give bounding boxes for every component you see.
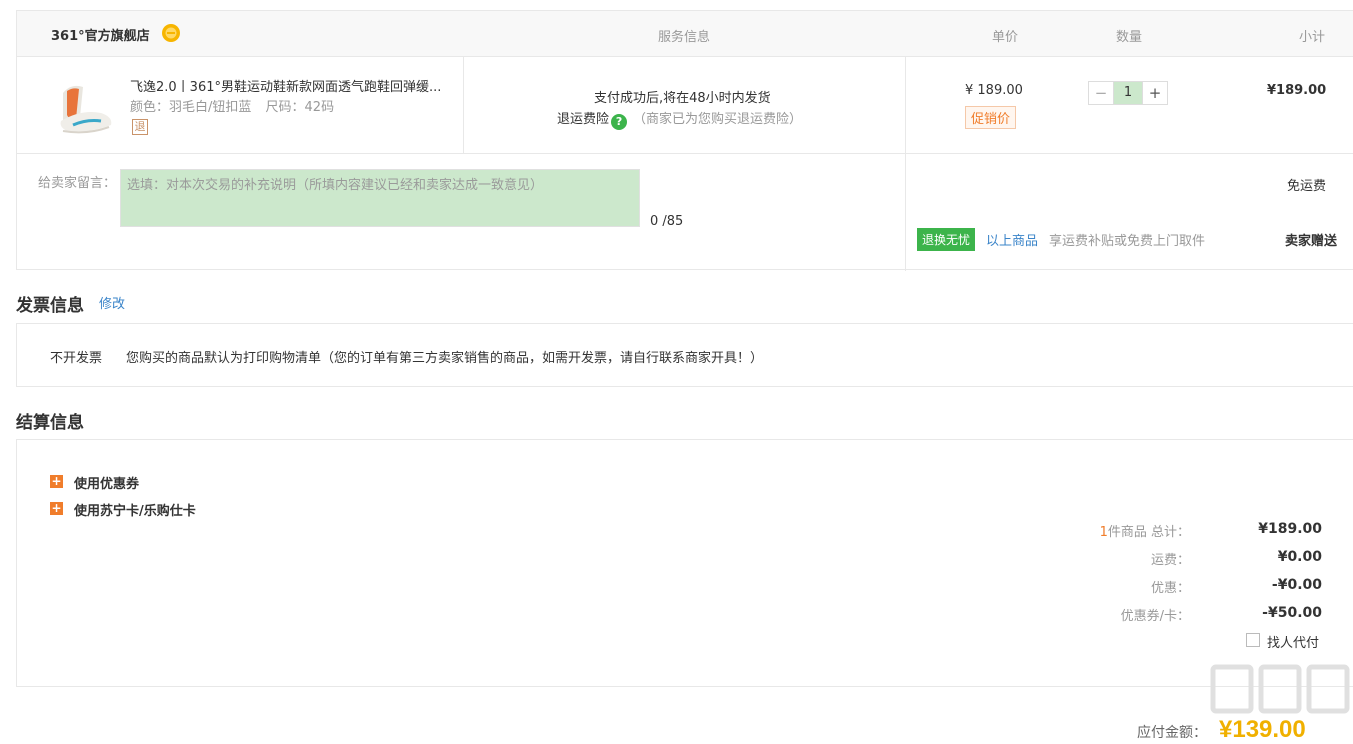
product-color: 颜色：羽毛白/钮扣蓝 [130, 100, 252, 115]
discount-value: -¥0.00 [1271, 577, 1322, 593]
coupon-value: -¥50.00 [1262, 605, 1322, 621]
settlement-title: 结算信息 [16, 413, 84, 433]
plus-icon[interactable]: + [50, 502, 63, 515]
return-insurance: 退运费险? （商家已为您购买退运费险） [557, 108, 802, 130]
seller-message-input[interactable] [120, 169, 640, 227]
item-count: 1 [1099, 525, 1108, 540]
invoice-desc: 您购买的商品默认为打印购物清单（您的订单有第三方卖家销售的商品，如需开发票，请自… [126, 351, 764, 366]
qty-decrease-button[interactable]: − [1089, 82, 1113, 104]
product-spec: 颜色：羽毛白/钮扣蓝 尺码：42码 [130, 96, 344, 115]
order-header: 361°官方旗舰店 服务信息 单价 数量 小计 [17, 11, 1353, 57]
header-subtotal: 小计 [1299, 30, 1326, 45]
insurance-label: 退运费险 [557, 112, 610, 127]
invoice-title: 发票信息 [16, 296, 84, 316]
qty-input[interactable]: 1 [1113, 82, 1143, 104]
return-service-badge: 退 [132, 119, 148, 135]
checkbox-icon[interactable] [1246, 633, 1260, 647]
payable-label: 应付金额： [1137, 725, 1207, 741]
invoice-edit-link[interactable]: 修改 [99, 293, 125, 312]
total-value: ¥189.00 [1258, 521, 1322, 537]
invoice-type: 不开发票 [50, 351, 103, 366]
pay-for-me-label[interactable]: 找人代付 [1267, 632, 1319, 651]
shipping-fee: 免运费 [1286, 179, 1326, 194]
invoice-box: 不开发票 您购买的商品默认为打印购物清单（您的订单有第三方卖家销售的商品，如需开… [16, 323, 1353, 387]
plus-icon[interactable]: + [50, 475, 63, 488]
divider [463, 57, 464, 154]
delivery-promise: 支付成功后,将在48小时内发货 [594, 91, 771, 106]
order-box: 361°官方旗舰店 服务信息 单价 数量 小计 飞逸2.0丨361°男鞋运动鞋新… [16, 10, 1353, 271]
item-count-suffix: 件商品 总计： [1107, 525, 1190, 540]
freight-label: 运费： [1150, 553, 1190, 568]
return-goods-link[interactable]: 以上商品 [986, 230, 1038, 249]
discount-label: 优惠： [1150, 581, 1190, 596]
shop-badge-icon [162, 24, 180, 42]
item-subtotal: ¥189.00 [1267, 83, 1327, 98]
header-service: 服务信息 [658, 30, 711, 45]
return-desc: 享运费补贴或免费上门取件 [1049, 234, 1206, 249]
use-card-option[interactable]: 使用苏宁卡/乐购仕卡 [74, 500, 196, 519]
shop-name[interactable]: 361°官方旗舰店 [51, 25, 150, 44]
seller-gift[interactable]: 卖家赠送 [1285, 230, 1337, 249]
goods-row: 飞逸2.0丨361°男鞋运动鞋新款网面透气跑鞋回弹缓... 颜色：羽毛白/钮扣蓝… [17, 57, 1353, 154]
divider [905, 57, 906, 271]
header-quantity: 数量 [1116, 30, 1143, 45]
insurance-note: （商家已为您购买退运费险） [633, 112, 803, 127]
return-worry-free-badge: 退换无忧 [917, 228, 976, 251]
product-title[interactable]: 飞逸2.0丨361°男鞋运动鞋新款网面透气跑鞋回弹缓... [130, 76, 452, 95]
quantity-stepper: − 1 + [1088, 81, 1168, 105]
header-unit-price: 单价 [992, 30, 1019, 45]
unit-price: ¥ 189.00 [965, 83, 1023, 98]
message-label: 给卖家留言： [38, 176, 117, 191]
qty-increase-button[interactable]: + [1143, 82, 1167, 104]
product-size: 尺码：42码 [265, 100, 335, 115]
payable-amount-watermark: ¥139.00 [1210, 664, 1350, 743]
help-icon[interactable]: ? [611, 114, 628, 130]
message-char-count: 0 /85 [650, 214, 684, 229]
promo-price-tag: 促销价 [965, 106, 1017, 129]
item-count-label: 1件商品 总计： [1100, 521, 1190, 540]
use-coupon-option[interactable]: 使用优惠券 [74, 473, 139, 492]
product-thumbnail[interactable] [53, 75, 119, 141]
coupon-label: 优惠券/卡： [1120, 609, 1190, 624]
freight-value: ¥0.00 [1277, 549, 1322, 565]
payable-amount: ¥139.00 [1219, 716, 1306, 743]
